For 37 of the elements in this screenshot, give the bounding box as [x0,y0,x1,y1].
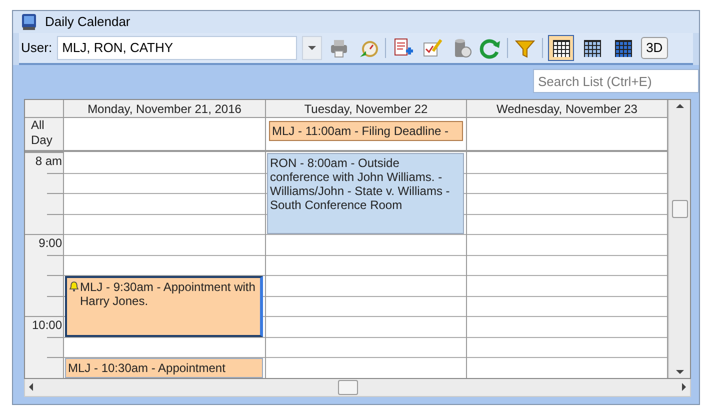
scroll-up-icon[interactable] [676,104,684,108]
event-text: MLJ - 10:30am - Appointment [68,361,226,375]
calendar-event[interactable]: MLJ - 9:30am - Appointment with Harry Jones. [65,276,263,336]
refresh-button[interactable] [478,36,502,60]
day-header: Monday, November 21, 2016 [64,100,266,117]
grid-view-icon [582,38,602,58]
scroll-right-icon[interactable] [682,383,686,391]
vertical-scrollbar[interactable] [668,100,690,378]
all-day-event[interactable]: MLJ - 11:00am - Filing Deadline - [269,121,463,141]
dropdown-button[interactable] [302,36,322,60]
grid-view-icon [551,38,572,58]
time-label: 10:00 [32,317,63,334]
scroll-left-icon[interactable] [29,383,33,391]
scrollbar-thumb[interactable] [338,380,358,394]
calendar-app-icon [21,13,37,31]
all-day-label: All Day [31,118,54,149]
calendar-event[interactable]: MLJ - 10:30am - Appointment [65,358,263,378]
day-header: Wednesday, November 23 [467,100,668,117]
edit-check-icon [421,37,444,59]
day-header: Tuesday, November 22 [266,100,467,117]
scrollbar-thumb[interactable] [672,200,688,218]
event-text: RON - 8:00am - Outside conference with John Williams. - Williams/John - State v. Williams - South Conference Room [270,156,451,212]
three-d-button[interactable]: 3D [641,37,668,59]
bell-icon [69,281,79,292]
user-label: User: [21,39,52,58]
grid-view-icon [613,38,634,58]
event-text: MLJ - 9:30am - Appointment with Harry Jones. [80,280,256,308]
scroll-down-icon[interactable] [676,370,684,374]
horizontal-scrollbar[interactable] [24,378,691,396]
time-label: 8 am [35,153,63,170]
calendar-event[interactable]: RON - 8:00am - Outside conference with John Williams. - Williams/John - State v. Williams - South Conference Room [267,153,464,234]
user-combo-field[interactable]: MLJ, RON, CATHY [57,36,298,60]
grid-view-button[interactable] [548,35,574,61]
time-label: 9:00 [38,235,63,252]
search-field[interactable]: Search List (Ctrl+E) [533,69,699,93]
window-title: Daily Calendar [45,13,130,32]
refresh-icon [479,37,502,59]
